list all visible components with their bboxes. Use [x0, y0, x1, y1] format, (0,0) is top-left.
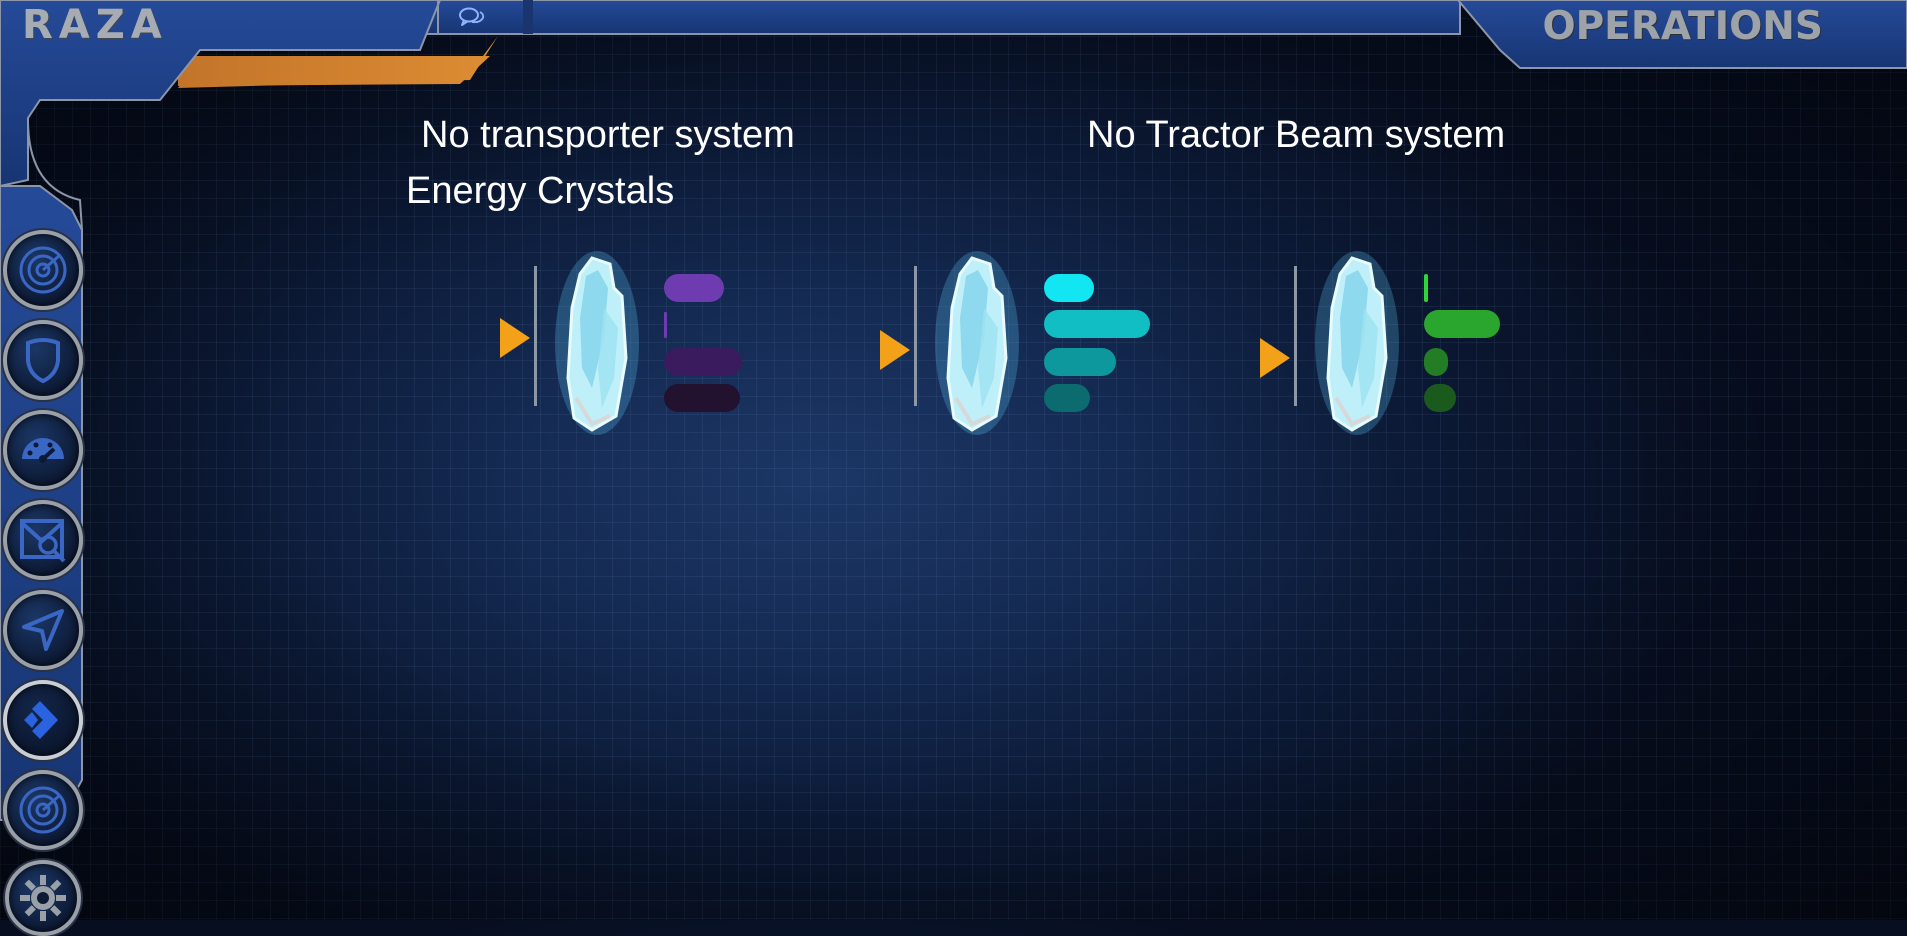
crystal-group-purple — [500, 238, 760, 438]
nav-radar2-button[interactable] — [3, 770, 83, 850]
crystal-bar-3 — [1424, 348, 1448, 376]
navigation-arrow-icon — [22, 609, 64, 651]
shield-icon — [26, 338, 60, 384]
nav-navigate-button[interactable] — [3, 590, 83, 670]
crystal-bar-4 — [664, 384, 740, 412]
crystal-bar-1 — [1424, 274, 1428, 302]
nav-settings-button[interactable] — [5, 860, 81, 936]
divider — [534, 266, 537, 406]
nav-speed-button[interactable] — [3, 410, 83, 490]
energy-crystal-icon[interactable] — [1312, 248, 1402, 438]
radar-icon — [19, 786, 67, 834]
crystal-bar-2 — [664, 312, 667, 338]
gear-icon — [20, 875, 66, 921]
chevron-right-icon — [24, 701, 58, 739]
energy-crystal-icon[interactable] — [932, 248, 1022, 438]
resource-heading: Energy Crystals — [406, 170, 675, 212]
radar-icon — [19, 246, 67, 294]
crystal-bar-2 — [1044, 310, 1150, 338]
crystal-group-cyan — [880, 238, 1150, 438]
nav-scan-button[interactable] — [3, 500, 83, 580]
nav-shield-button[interactable] — [3, 320, 83, 400]
play-arrow-icon[interactable] — [880, 330, 910, 370]
section-title: OPERATIONS — [1542, 4, 1823, 49]
crystal-bar-2 — [1424, 310, 1500, 338]
play-arrow-icon[interactable] — [500, 318, 530, 358]
play-arrow-icon[interactable] — [1260, 338, 1290, 378]
hud-frame — [0, 0, 1907, 821]
chat-bubbles-icon — [459, 7, 485, 26]
crystal-bar-3 — [1044, 348, 1116, 376]
crystal-bar-4 — [1424, 384, 1456, 412]
tractor-status: No Tractor Beam system — [1087, 114, 1506, 156]
crystal-bar-1 — [1044, 274, 1094, 302]
divider — [1294, 266, 1297, 406]
brand-title: RAZA — [22, 2, 168, 48]
scan-map-icon — [20, 519, 66, 563]
chat-button[interactable] — [455, 3, 489, 31]
speedometer-icon — [22, 438, 64, 463]
divider — [914, 266, 917, 406]
crystal-bar-4 — [1044, 384, 1090, 412]
crystal-bar-3 — [664, 348, 742, 376]
crystal-group-green — [1260, 238, 1520, 438]
transporter-status: No transporter system — [421, 114, 795, 156]
nav-operations-button[interactable] — [3, 680, 83, 760]
energy-crystal-icon[interactable] — [552, 248, 642, 438]
crystal-bar-1 — [664, 274, 724, 302]
nav-radar-button[interactable] — [3, 230, 83, 310]
